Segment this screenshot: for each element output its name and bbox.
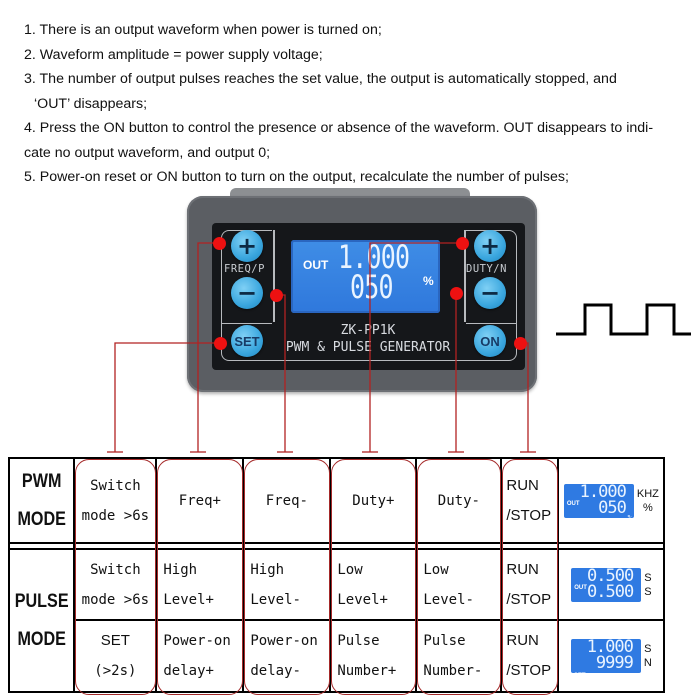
marker-on xyxy=(514,337,527,350)
cell-switch-mode: Switch mode >6s xyxy=(73,548,158,621)
cell-text: mode >6s xyxy=(81,591,150,608)
marker-freq-minus xyxy=(270,289,283,302)
lcd-row2: 9999 xyxy=(595,653,634,673)
cell-text: Switch xyxy=(90,561,141,578)
callout-on xyxy=(520,342,529,452)
cell-pulse-number-minus: Pulse Number- xyxy=(415,619,503,693)
pwm-mode-label: PWM MODE xyxy=(13,457,71,544)
cell-power-on-delay-minus: Power-on delay- xyxy=(242,619,332,693)
cell-text: (>2s) xyxy=(94,663,137,679)
unit: S xyxy=(644,571,652,584)
cell-text: RUN xyxy=(506,560,539,578)
callout-freq-minus xyxy=(276,294,286,452)
cell-text: Switch xyxy=(90,477,141,494)
cell-text: Low xyxy=(337,561,363,578)
lcd-pct: % xyxy=(627,513,632,522)
mode-line: MODE xyxy=(17,628,66,650)
cell-text: /STOP xyxy=(506,590,552,608)
mode-line: PWM xyxy=(21,470,62,492)
cell-run-stop: RUN/STOP xyxy=(500,619,560,693)
cell-text: Low xyxy=(423,561,449,578)
cell-power-on-delay-plus: Power-on delay+ xyxy=(155,619,245,693)
lcd-tag: SET xyxy=(573,673,586,679)
lcd-tag: OUT xyxy=(566,500,580,507)
mini-lcd-pwm: OUT 1.000 050 % xyxy=(563,483,634,522)
cell-switch-mode: Switch mode >6s xyxy=(73,457,158,544)
cell-run-stop: RUN/STOP xyxy=(500,548,560,621)
cell-text: delay+ xyxy=(163,663,214,679)
mini-lcd-pulse-1: OUT 0.500 0.500 xyxy=(571,567,642,602)
cell-text: SET xyxy=(100,632,130,649)
cell-text: High xyxy=(163,561,198,578)
square-wave-icon xyxy=(556,303,691,336)
cell-set: SET (>2s) xyxy=(73,619,158,693)
cell-duty-plus: Duty+ xyxy=(329,457,418,544)
callout-set xyxy=(114,342,220,452)
units-pulse-2: SN xyxy=(644,642,652,670)
cell-text: Level+ xyxy=(163,591,214,608)
unit: S xyxy=(644,585,652,598)
marker-freq-plus xyxy=(213,237,226,250)
cell-pulse-display-1: OUT 0.500 0.500 SS xyxy=(557,548,666,621)
cell-text: Pulse xyxy=(337,633,380,649)
cell-text: Level- xyxy=(250,591,301,608)
cell-text: Level+ xyxy=(337,591,388,608)
cell-low-level-plus: Low Level+ xyxy=(329,548,418,621)
cell-freq-minus: Freq- xyxy=(242,457,332,544)
cell-text: Power-on xyxy=(163,633,231,649)
cell-text: RUN xyxy=(506,476,539,494)
unit: S xyxy=(644,643,652,655)
unit: N xyxy=(643,657,652,669)
cell-text: Number+ xyxy=(337,663,397,679)
unit: % xyxy=(642,501,653,514)
marker-set xyxy=(214,337,227,350)
cell-text: /STOP xyxy=(506,662,552,679)
function-table: PWM MODE Switch mode >6s Freq+ Freq- Duty+… xyxy=(7,457,666,693)
cell-low-level-minus: Low Level- xyxy=(415,548,503,621)
unit: KHZ xyxy=(636,487,659,500)
mini-lcd-pulse-2: 1.000 9999 SET xyxy=(570,639,641,679)
pulse-row-1: PULSE MODE Switch mode >6s High Level+ High… xyxy=(9,548,666,693)
cell-text: /STOP xyxy=(506,506,552,524)
cell-high-level-plus: High Level+ xyxy=(155,548,245,621)
cell-run-stop: RUN/STOP xyxy=(500,457,560,544)
cell-text: Level- xyxy=(423,591,474,608)
cell-text: Pulse xyxy=(423,633,466,649)
cell-text: Number- xyxy=(423,663,483,679)
lcd-row2: 050 xyxy=(598,497,627,518)
cell-text: mode >6s xyxy=(81,507,150,524)
units-pulse-1: SS xyxy=(644,571,651,599)
mode-line: PULSE xyxy=(14,590,69,612)
marker-duty-plus xyxy=(456,237,469,250)
mode-line: MODE xyxy=(17,508,66,530)
cell-pwm-display: OUT 1.000 050 % KHZ% xyxy=(557,457,666,544)
pwm-row: PWM MODE Switch mode >6s Freq+ Freq- Duty+… xyxy=(9,457,666,544)
pulse-row-2: SET (>2s) Power-on delay+ Power-on delay- P… xyxy=(9,619,666,693)
cell-pulse-display-2: 1.000 9999 SET SN xyxy=(557,619,666,693)
cell-text: High xyxy=(250,561,285,578)
cell-high-level-minus: High Level- xyxy=(242,548,332,621)
cell-text: Power-on xyxy=(250,633,318,649)
cell-text: delay- xyxy=(250,663,301,679)
units-pwm: KHZ% xyxy=(637,487,659,515)
callout-duty-plus xyxy=(369,242,462,452)
lcd-row2: 0.500 xyxy=(587,581,634,602)
cell-pulse-number-plus: Pulse Number+ xyxy=(329,619,418,693)
cell-freq-plus: Freq+ xyxy=(155,457,245,544)
cell-duty-minus: Duty- xyxy=(415,457,503,544)
lcd-tag: OUT xyxy=(574,584,587,591)
pulse-mode-label: PULSE MODE xyxy=(13,548,71,693)
marker-duty-minus xyxy=(450,287,463,300)
cell-text: RUN xyxy=(506,632,539,649)
